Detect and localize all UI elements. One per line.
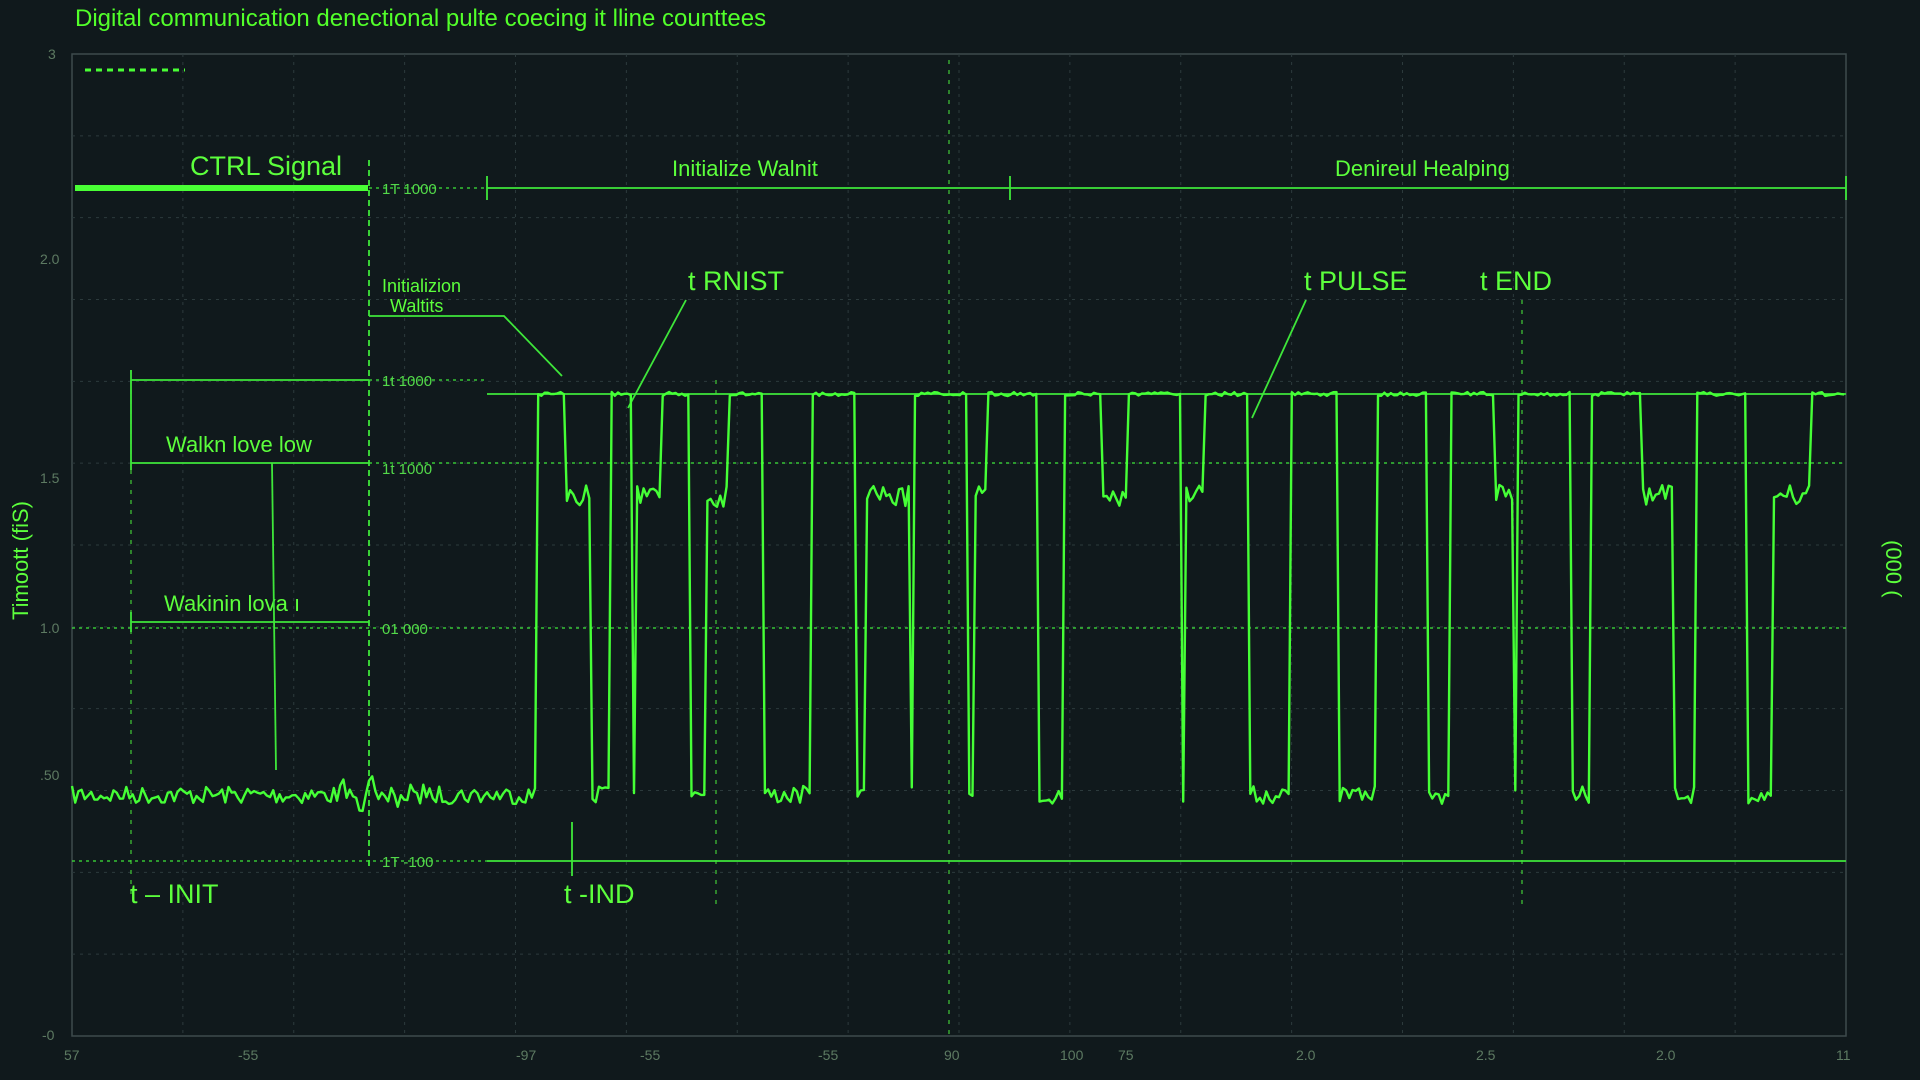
- t-init-label: t – INIT: [130, 879, 219, 909]
- walkn-low-label: Walkn love low: [166, 432, 312, 457]
- level-label: 1t 1000: [382, 461, 432, 478]
- level-label: 01 000: [382, 621, 428, 638]
- callout-line: [627, 299, 687, 409]
- grid: [72, 54, 1846, 1036]
- walk-drop-line: [271, 462, 277, 771]
- x-tick: 2.5: [1476, 1047, 1496, 1063]
- right-axis-label: (000 (: [1881, 540, 1906, 598]
- denied-helping-label: Denireul Healping: [1335, 156, 1510, 181]
- t-pulse-label: t PULSE: [1304, 266, 1408, 296]
- level-label: 1T -100: [382, 854, 433, 871]
- x-tick: 2.0: [1296, 1047, 1316, 1063]
- callout-line: [369, 315, 563, 377]
- y-axis-label: Timoott (fiS): [8, 501, 33, 620]
- x-tick: 57: [64, 1047, 80, 1063]
- init-waits-label: Initializion: [382, 276, 461, 296]
- x-tick: 75: [1118, 1047, 1134, 1063]
- x-tick: 11: [1836, 1047, 1851, 1063]
- x-tick: 100: [1060, 1047, 1084, 1063]
- init-waits-label: Waltits: [390, 296, 443, 316]
- x-tick: -97: [516, 1047, 536, 1063]
- t-end-label: t END: [1480, 266, 1552, 296]
- y-tick: .50: [40, 767, 60, 783]
- t-ind-label: t -IND: [564, 879, 635, 909]
- y-tick: 1.5: [40, 470, 60, 486]
- oscilloscope-chart: Digital communication denectional pulte …: [8, 5, 1906, 1063]
- x-tick: -55: [640, 1047, 660, 1063]
- signal-trace: [70, 390, 1845, 813]
- y-tick: -0: [42, 1027, 55, 1043]
- x-tick: 2.0: [1656, 1047, 1676, 1063]
- chart-title: Digital communication denectional pulte …: [75, 5, 766, 32]
- level-label: 1T 1000: [382, 181, 437, 198]
- t-rnist-label: t RNIST: [688, 266, 784, 296]
- wakinin-low-label: Wakinin lova ı: [164, 591, 300, 616]
- x-tick: 90: [944, 1047, 960, 1063]
- callout-line: [1251, 299, 1307, 419]
- y-tick: 3: [48, 46, 56, 62]
- x-tick: -55: [238, 1047, 258, 1063]
- level-label: 1t 1000: [382, 373, 432, 390]
- y-tick: 2.0: [40, 251, 60, 267]
- y-tick: 1.0: [40, 620, 60, 636]
- x-tick: -55: [818, 1047, 838, 1063]
- initialize-wait-label: Initialize Walnit: [672, 156, 818, 181]
- ctrl-signal-label: CTRL Signal: [190, 151, 342, 181]
